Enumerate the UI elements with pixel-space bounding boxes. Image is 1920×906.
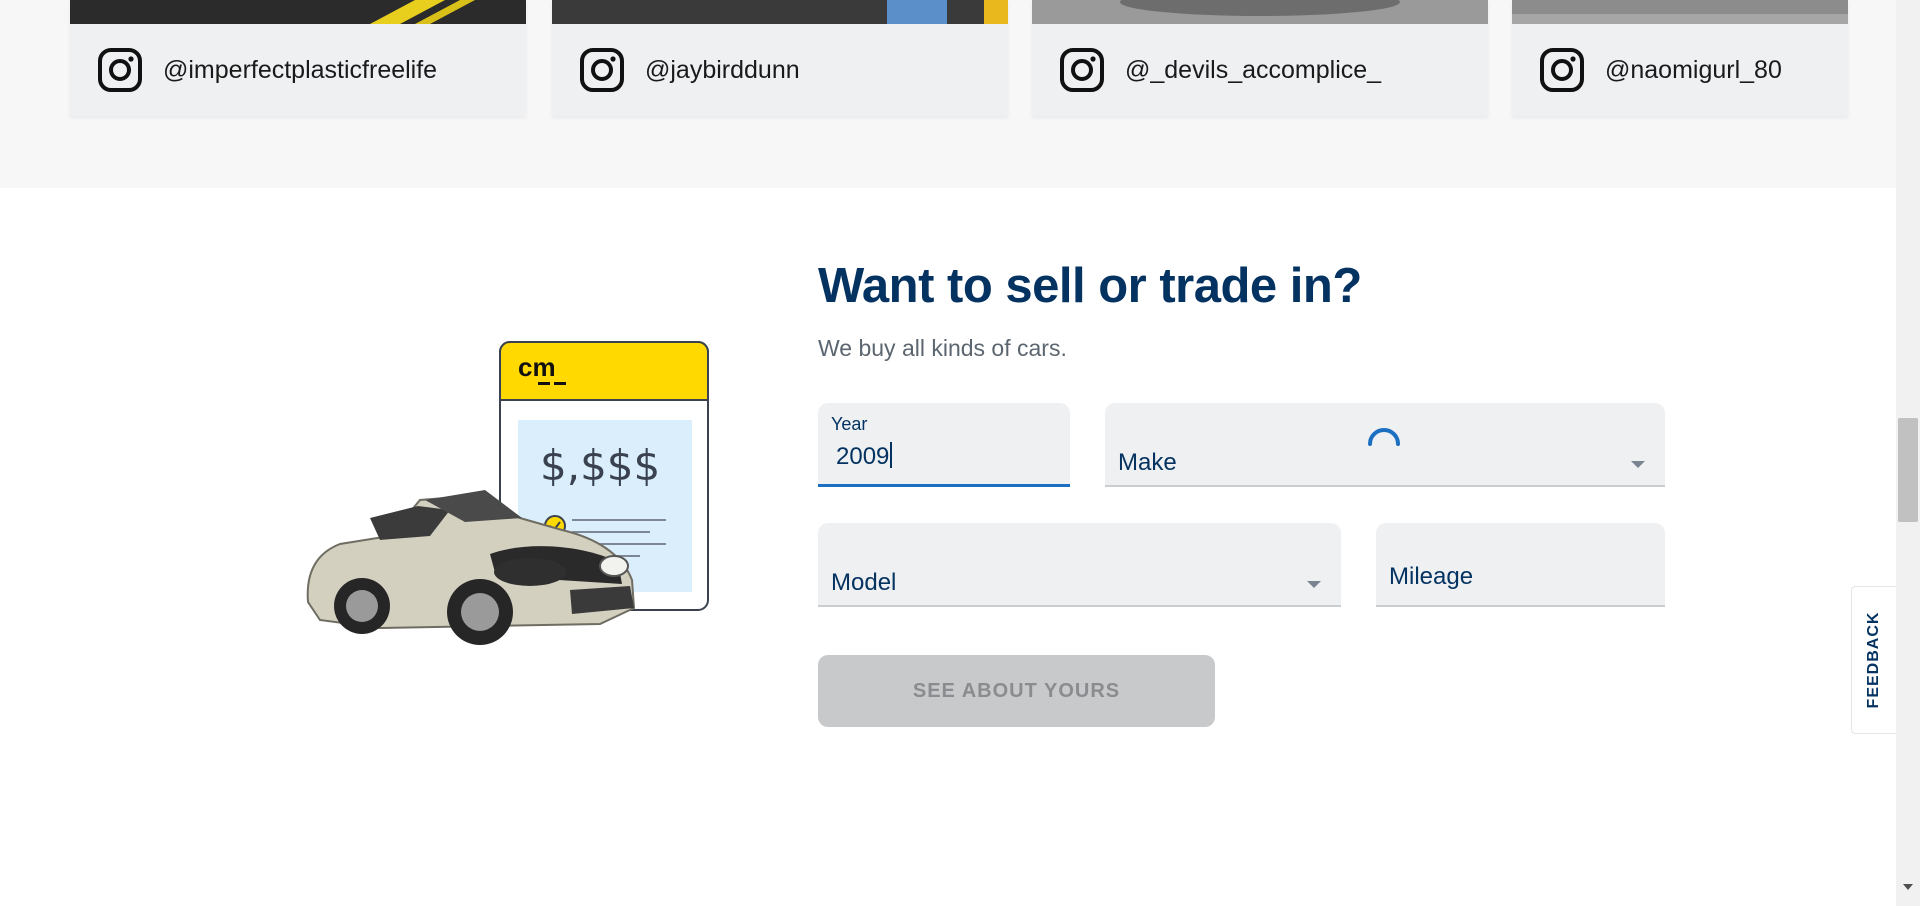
instagram-card[interactable]: @imperfectplasticfreelife bbox=[70, 0, 526, 116]
feedback-tab[interactable]: FEEDBACK bbox=[1851, 586, 1896, 734]
see-about-yours-button[interactable]: SEE ABOUT YOURS bbox=[818, 655, 1215, 727]
year-value: 2009 bbox=[836, 443, 890, 470]
cm-logo: cm bbox=[518, 352, 556, 382]
model-select[interactable]: Model bbox=[818, 523, 1341, 607]
chevron-down-icon bbox=[1307, 581, 1321, 588]
sell-heading: Want to sell or trade in? bbox=[818, 259, 1362, 313]
instagram-handle[interactable]: @_devils_accomplice_ bbox=[1125, 56, 1381, 85]
instagram-photo[interactable] bbox=[1512, 0, 1848, 24]
instagram-photo[interactable] bbox=[70, 0, 526, 24]
instagram-handle[interactable]: @jaybirddunn bbox=[645, 56, 800, 85]
instagram-photo[interactable] bbox=[552, 0, 1008, 24]
year-field[interactable]: Year 2009 bbox=[818, 403, 1070, 487]
feedback-label: FEEDBACK bbox=[1865, 611, 1882, 709]
scrollbar-thumb[interactable] bbox=[1898, 418, 1918, 522]
text-caret bbox=[890, 442, 893, 468]
instagram-handle[interactable]: @naomigurl_80 bbox=[1605, 56, 1782, 85]
loading-spinner-icon bbox=[1368, 428, 1400, 446]
instagram-icon bbox=[1060, 48, 1104, 92]
instagram-card[interactable]: @jaybirddunn bbox=[552, 0, 1008, 116]
instagram-section: @imperfectplasticfreelife @jaybirddunn @… bbox=[0, 0, 1896, 188]
instagram-card[interactable]: @naomigurl_80 bbox=[1512, 0, 1848, 116]
instagram-handle[interactable]: @imperfectplasticfreelife bbox=[163, 56, 437, 85]
scroll-down-arrow-icon[interactable] bbox=[1903, 884, 1913, 890]
mileage-input[interactable]: Mileage bbox=[1376, 523, 1665, 607]
instagram-photo[interactable] bbox=[1032, 0, 1488, 24]
make-placeholder: Make bbox=[1118, 449, 1177, 476]
page: @imperfectplasticfreelife @jaybirddunn @… bbox=[0, 0, 1920, 906]
sell-subtitle: We buy all kinds of cars. bbox=[818, 335, 1067, 361]
year-input[interactable]: 2009 bbox=[836, 442, 893, 471]
chevron-down-icon bbox=[1631, 461, 1645, 468]
mileage-placeholder: Mileage bbox=[1389, 563, 1474, 590]
instagram-icon bbox=[98, 48, 142, 92]
instagram-icon bbox=[1540, 48, 1584, 92]
price-placeholder: $,$$$ bbox=[540, 441, 660, 490]
year-label: Year bbox=[831, 414, 868, 434]
instagram-card[interactable]: @_devils_accomplice_ bbox=[1032, 0, 1488, 116]
model-placeholder: Model bbox=[831, 569, 897, 596]
trade-in-illustration: cm $,$$$ bbox=[306, 341, 709, 645]
instagram-icon bbox=[580, 48, 624, 92]
